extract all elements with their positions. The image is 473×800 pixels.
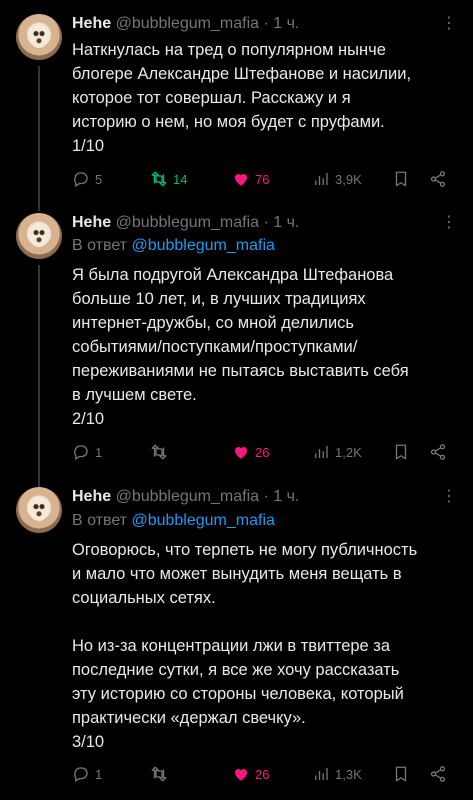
display-name[interactable]: Hehe bbox=[72, 488, 111, 505]
views-count: 1,3K bbox=[335, 766, 362, 782]
share-button[interactable] bbox=[429, 765, 447, 783]
retweet-icon bbox=[151, 444, 167, 460]
like-button[interactable]: 26 bbox=[232, 443, 269, 461]
timestamp[interactable]: 1 ч. bbox=[273, 488, 299, 505]
more-options-icon[interactable]: ⋮ bbox=[441, 14, 457, 34]
reply-count: 5 bbox=[95, 171, 103, 187]
bookmark-icon bbox=[395, 444, 407, 460]
tweet-1[interactable]: Hehe @bubblegum_mafia · 1 ч. ⋮ Наткнулас… bbox=[0, 0, 473, 211]
reply-prefix: В ответ bbox=[72, 512, 128, 529]
avatar[interactable] bbox=[16, 14, 62, 60]
thread-line bbox=[38, 265, 40, 491]
views-button[interactable]: 3,9K bbox=[312, 170, 362, 188]
reply-button[interactable]: 1 bbox=[72, 443, 102, 461]
tweet-header: Hehe @bubblegum_mafia · 1 ч. bbox=[72, 213, 299, 233]
like-button[interactable]: 76 bbox=[232, 170, 269, 188]
tweet-header: Hehe @bubblegum_mafia · 1 ч. bbox=[72, 14, 299, 34]
display-name[interactable]: Hehe bbox=[72, 214, 111, 231]
views-chart-icon bbox=[315, 173, 328, 185]
views-count: 1,2K bbox=[335, 444, 362, 460]
bookmark-icon bbox=[395, 766, 407, 782]
reply-context: В ответ @bubblegum_mafia bbox=[72, 511, 275, 531]
reply-icon bbox=[74, 172, 88, 187]
heart-filled-icon bbox=[234, 447, 248, 459]
action-bar: 1 26 1,3K bbox=[72, 765, 462, 787]
retweet-icon bbox=[151, 171, 167, 187]
heart-filled-icon bbox=[234, 769, 248, 781]
handle[interactable]: @bubblegum_mafia bbox=[116, 15, 259, 32]
thread-line bbox=[38, 66, 40, 211]
action-bar: 1 26 1,2K bbox=[72, 443, 462, 465]
reply-to-link[interactable]: @bubblegum_mafia bbox=[131, 237, 274, 254]
like-count: 76 bbox=[255, 171, 270, 187]
share-icon bbox=[430, 444, 446, 460]
reply-count: 1 bbox=[95, 444, 103, 460]
like-button[interactable]: 26 bbox=[232, 765, 269, 783]
tweet-text: Я была подругой Александра Штефанова бол… bbox=[72, 266, 409, 428]
reply-icon bbox=[74, 445, 88, 460]
tweet-text: Оговорюсь, что терпеть не могу публичнос… bbox=[72, 541, 418, 751]
timestamp[interactable]: 1 ч. bbox=[273, 15, 299, 32]
separator-dot: · bbox=[263, 214, 269, 231]
handle[interactable]: @bubblegum_mafia bbox=[116, 214, 259, 231]
timestamp[interactable]: 1 ч. bbox=[273, 214, 299, 231]
bookmark-icon bbox=[395, 171, 407, 187]
views-chart-icon bbox=[315, 768, 328, 780]
share-button[interactable] bbox=[429, 443, 447, 461]
more-options-icon[interactable]: ⋮ bbox=[441, 487, 457, 507]
views-button[interactable]: 1,3K bbox=[312, 765, 362, 783]
reply-context: В ответ @bubblegum_mafia bbox=[72, 236, 275, 256]
reply-count: 1 bbox=[95, 766, 103, 782]
separator-dot: · bbox=[263, 15, 269, 32]
retweet-count: 14 bbox=[173, 171, 188, 187]
retweet-button[interactable] bbox=[150, 765, 173, 783]
display-name[interactable]: Hehe bbox=[72, 15, 111, 32]
views-count: 3,9K bbox=[335, 171, 362, 187]
share-icon bbox=[430, 171, 446, 187]
reply-prefix: В ответ bbox=[72, 237, 128, 254]
share-icon bbox=[430, 766, 446, 782]
reply-button[interactable]: 1 bbox=[72, 765, 102, 783]
heart-filled-icon bbox=[234, 174, 248, 186]
avatar[interactable] bbox=[16, 487, 62, 533]
bookmark-button[interactable] bbox=[392, 443, 410, 461]
bookmark-button[interactable] bbox=[392, 170, 410, 188]
views-chart-icon bbox=[315, 446, 328, 458]
views-button[interactable]: 1,2K bbox=[312, 443, 362, 461]
like-count: 26 bbox=[255, 766, 270, 782]
tweet-2[interactable]: Hehe @bubblegum_mafia · 1 ч. ⋮ В ответ @… bbox=[0, 205, 473, 491]
action-bar: 5 14 76 3,9K bbox=[72, 170, 462, 192]
retweet-button[interactable]: 14 bbox=[150, 170, 187, 188]
reply-icon bbox=[74, 767, 88, 782]
reply-to-link[interactable]: @bubblegum_mafia bbox=[131, 512, 274, 529]
share-button[interactable] bbox=[429, 170, 447, 188]
avatar[interactable] bbox=[16, 213, 62, 259]
handle[interactable]: @bubblegum_mafia bbox=[116, 488, 259, 505]
separator-dot: · bbox=[263, 488, 269, 505]
tweet-3[interactable]: Hehe @bubblegum_mafia · 1 ч. ⋮ В ответ @… bbox=[0, 483, 473, 800]
like-count: 26 bbox=[255, 444, 270, 460]
tweet-header: Hehe @bubblegum_mafia · 1 ч. bbox=[72, 487, 299, 507]
retweet-button[interactable] bbox=[150, 443, 173, 461]
tweet-text: Наткнулась на тред о популярном нынче бл… bbox=[72, 41, 412, 155]
bookmark-button[interactable] bbox=[392, 765, 410, 783]
more-options-icon[interactable]: ⋮ bbox=[441, 213, 457, 233]
reply-button[interactable]: 5 bbox=[72, 170, 102, 188]
retweet-icon bbox=[151, 766, 167, 782]
